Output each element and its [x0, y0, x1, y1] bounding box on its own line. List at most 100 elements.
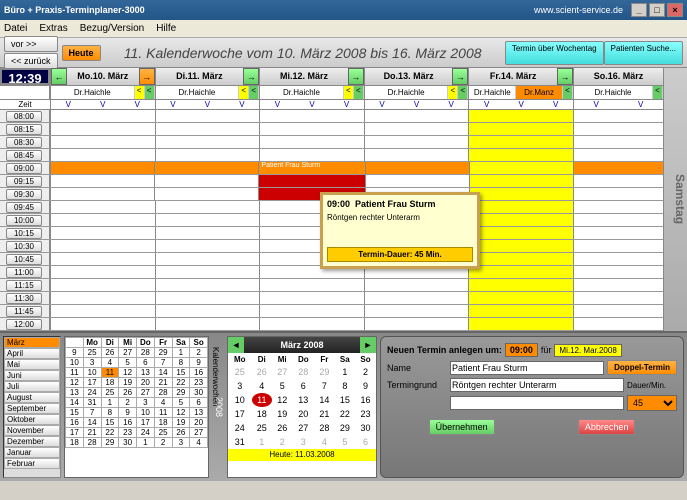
kw-calendar[interactable]: MoDiMiDoFrSaSo92526272829121034567891110… — [64, 336, 209, 478]
schedule-cell[interactable] — [154, 175, 258, 187]
schedule-cell[interactable] — [573, 227, 663, 239]
schedule-cell[interactable] — [154, 188, 258, 200]
schedule-cell[interactable] — [50, 214, 155, 226]
schedule-cell[interactable] — [259, 149, 364, 161]
calendar-day[interactable]: 26 — [272, 421, 292, 435]
schedule-cell[interactable] — [259, 292, 364, 304]
calendar-day[interactable]: 7 — [314, 379, 334, 393]
calendar-day[interactable]: 11 — [252, 393, 272, 407]
schedule-cell[interactable] — [155, 214, 260, 226]
calendar-day[interactable]: 19 — [272, 407, 292, 421]
schedule-cell[interactable] — [468, 253, 573, 265]
schedule-cell[interactable] — [259, 136, 364, 148]
schedule-cell[interactable] — [154, 162, 258, 174]
schedule-cell[interactable] — [155, 292, 260, 304]
schedule-cell[interactable] — [573, 279, 663, 291]
calendar-day[interactable]: 5 — [335, 435, 355, 449]
today-button[interactable]: Heute — [62, 45, 101, 61]
schedule-cell[interactable] — [468, 318, 573, 330]
doctor-cell[interactable]: Dr.Manz — [516, 86, 563, 99]
schedule-cell[interactable] — [364, 136, 469, 148]
schedule-cell[interactable] — [50, 110, 155, 122]
schedule-cell[interactable] — [50, 149, 155, 161]
calendar-day[interactable]: 28 — [314, 421, 334, 435]
time-label[interactable]: 08:30 — [6, 137, 42, 148]
doctor-cell[interactable]: Dr.Haichle — [51, 86, 135, 99]
calendar-day[interactable]: 31 — [228, 435, 252, 449]
schedule-cell[interactable] — [468, 149, 573, 161]
schedule-cell[interactable] — [259, 123, 364, 135]
month-item[interactable]: April — [4, 348, 60, 359]
schedule-cell[interactable] — [468, 279, 573, 291]
schedule-cell[interactable] — [573, 136, 663, 148]
time-label[interactable]: 09:45 — [6, 202, 42, 213]
back-button[interactable]: << zurück — [4, 53, 58, 69]
patient-search-button[interactable]: Patienten Suche... — [604, 41, 683, 65]
schedule-cell[interactable] — [468, 201, 573, 213]
calendar-day[interactable]: 24 — [228, 421, 252, 435]
schedule-cell[interactable] — [365, 162, 469, 174]
calendar-day[interactable]: 6 — [292, 379, 314, 393]
schedule-cell[interactable] — [573, 240, 663, 252]
calendar-day[interactable]: 12 — [272, 393, 292, 407]
schedule-cell[interactable] — [155, 149, 260, 161]
month-item[interactable]: Oktober — [4, 414, 60, 425]
schedule-cell[interactable] — [50, 266, 155, 278]
mini-calendar[interactable]: ◄März 2008► MoDiMiDoFrSaSo25262728291234… — [227, 336, 377, 478]
schedule-cell[interactable] — [573, 305, 663, 317]
marker-icon[interactable]: < — [135, 86, 145, 99]
time-label[interactable]: 09:00 — [6, 163, 42, 174]
month-item[interactable]: Dezember — [4, 436, 60, 447]
day-header-mi[interactable]: Mi.12. März — [260, 68, 348, 85]
month-item[interactable]: Juni — [4, 370, 60, 381]
month-item[interactable]: August — [4, 392, 60, 403]
schedule-cell[interactable] — [573, 162, 663, 174]
schedule-cell[interactable] — [155, 110, 260, 122]
schedule-cell[interactable] — [468, 305, 573, 317]
schedule-cell[interactable] — [155, 123, 260, 135]
schedule-cell[interactable] — [50, 188, 154, 200]
time-label[interactable]: 09:30 — [6, 189, 42, 200]
calendar-day[interactable]: 27 — [272, 365, 292, 379]
schedule-cell[interactable] — [155, 227, 260, 239]
schedule-cell[interactable] — [50, 292, 155, 304]
calendar-day[interactable]: 3 — [292, 435, 314, 449]
appt-date[interactable]: Mi.12. Mar.2008 — [554, 344, 621, 357]
schedule-cell[interactable] — [573, 110, 663, 122]
month-item[interactable]: September — [4, 403, 60, 414]
schedule-cell[interactable] — [468, 136, 573, 148]
calendar-day[interactable]: 29 — [314, 365, 334, 379]
calendar-day[interactable]: 25 — [252, 421, 272, 435]
schedule-cell[interactable] — [468, 266, 573, 278]
schedule-cell[interactable] — [259, 305, 364, 317]
calendar-day[interactable]: 6 — [355, 435, 376, 449]
forward-button[interactable]: vor >> — [4, 36, 58, 52]
schedule-cell[interactable] — [50, 227, 155, 239]
next-day-icon[interactable]: → — [557, 68, 573, 85]
schedule-cell[interactable] — [50, 201, 155, 213]
schedule-cell[interactable] — [50, 253, 155, 265]
doctor-cell[interactable]: Dr.Haichle — [469, 86, 516, 99]
calendar-day[interactable]: 28 — [292, 365, 314, 379]
prev-day-icon[interactable]: ← — [51, 68, 67, 85]
calendar-day[interactable]: 1 — [335, 365, 355, 379]
day-header-do[interactable]: Do.13. März — [365, 68, 453, 85]
schedule-cell[interactable] — [155, 240, 260, 252]
termin-wochentag-button[interactable]: Termin über Wochentag — [505, 41, 604, 65]
calendar-day[interactable]: 8 — [335, 379, 355, 393]
calendar-day[interactable]: 2 — [355, 365, 376, 379]
next-day-icon[interactable]: → — [452, 68, 468, 85]
schedule-cell[interactable] — [155, 201, 260, 213]
schedule-cell[interactable] — [468, 123, 573, 135]
schedule-cell[interactable] — [50, 175, 154, 187]
doctor-cell[interactable]: Dr.Haichle — [260, 86, 344, 99]
menu-bezug[interactable]: Bezug/Version — [80, 23, 145, 34]
schedule-cell[interactable] — [155, 305, 260, 317]
time-label[interactable]: 11:45 — [6, 306, 42, 317]
calendar-day[interactable]: 27 — [292, 421, 314, 435]
schedule-cell[interactable] — [573, 123, 663, 135]
schedule-cell[interactable] — [259, 110, 364, 122]
calendar-day[interactable]: 23 — [355, 407, 376, 421]
time-label[interactable]: 08:00 — [6, 111, 42, 122]
calendar-day[interactable]: 14 — [314, 393, 334, 407]
